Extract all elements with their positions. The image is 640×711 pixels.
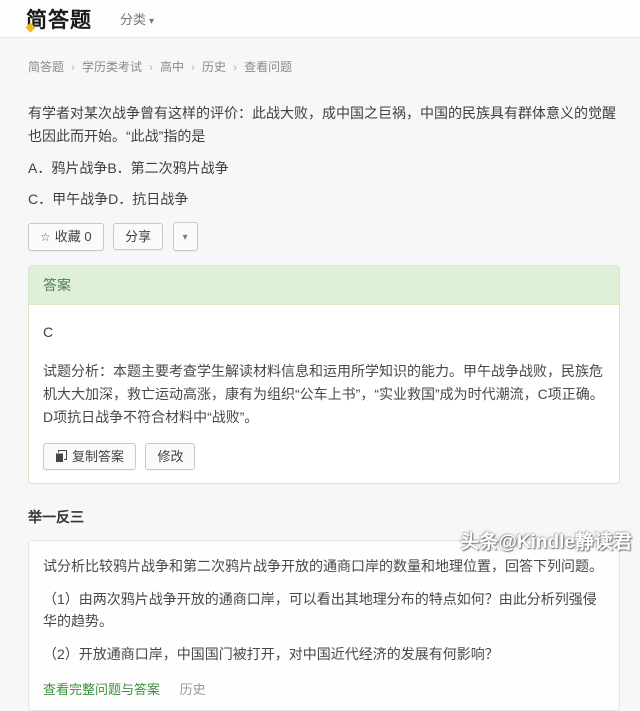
breadcrumb-separator: › — [149, 60, 154, 74]
more-actions-dropdown-button[interactable]: ▾ — [172, 222, 198, 251]
breadcrumb-separator: › — [191, 60, 196, 74]
related-question-panel: 试分析比较鸦片战争和第二次鸦片战争开放的通商口岸的数量和地理位置，回答下列问题。… — [28, 540, 620, 711]
star-icon: ☆ — [40, 229, 51, 244]
breadcrumb: 简答题 › 学历类考试 › 高中 › 历史 › 查看问题 — [28, 58, 620, 75]
site-logo[interactable]: 简答题 — [25, 4, 92, 34]
chevron-down-icon: ▾ — [182, 232, 188, 243]
breadcrumb-item-subject[interactable]: 历史 — [202, 60, 226, 74]
view-full-answer-link[interactable]: 查看完整问题与答案 — [43, 682, 160, 697]
breadcrumb-separator: › — [233, 60, 238, 74]
answer-value: C — [43, 324, 54, 340]
copy-icon — [55, 450, 67, 463]
breadcrumb-item-home[interactable]: 简答题 — [28, 60, 64, 74]
main-content: 简答题 › 学历类考试 › 高中 › 历史 › 查看问题 有学者对某次战争曾有这样的评价：此战大… — [28, 58, 620, 711]
favorite-label: 收藏 — [54, 228, 81, 244]
answer-panel-body: C 试题分析：本题主要考查学生解读材料信息和运用所学知识的能力。甲午战争战败，民… — [29, 305, 619, 483]
question-options-line-1: A．鸦片战争B．第二次鸦片战争 — [28, 160, 229, 176]
copy-answer-label: 复制答案 — [72, 449, 125, 464]
copy-answer-button[interactable]: 复制答案 — [43, 443, 137, 470]
answer-action-row: 复制答案 修改 — [43, 443, 605, 470]
answer-analysis: 试题分析：本题主要考查学生解读材料信息和运用所学知识的能力。甲午战争战败，民族危… — [43, 363, 604, 425]
breadcrumb-item-level[interactable]: 高中 — [160, 60, 184, 74]
favorite-button[interactable]: ☆ 收藏 0 — [28, 222, 104, 251]
related-footer-row: 查看完整问题与答案 历史 — [43, 679, 605, 698]
related-question-intro: 试分析比较鸦片战争和第二次鸦片战争开放的通商口岸的数量和地理位置，回答下列问题。 — [43, 558, 603, 574]
question-action-row: ☆ 收藏 0 分享 ▾ — [28, 222, 620, 251]
answer-panel-header: 答案 — [29, 266, 619, 305]
share-button[interactable]: 分享 — [113, 223, 164, 250]
nav-category-dropdown[interactable]: 分类 ▾ — [120, 9, 154, 28]
related-question-part-2: （2）开放通商口岸，中国国门被打开，对中国近代经济的发展有何影响？ — [43, 646, 499, 662]
breadcrumb-separator: › — [71, 60, 76, 74]
edit-button[interactable]: 修改 — [145, 443, 196, 470]
related-section-heading: 举一反三 — [28, 509, 84, 525]
breadcrumb-item-current: 查看问题 — [244, 60, 293, 74]
site-logo-text: 简答题 — [26, 8, 92, 32]
answer-panel: 答案 C 试题分析：本题主要考查学生解读材料信息和运用所学知识的能力。甲午战争战… — [28, 265, 620, 484]
related-question-part-1: （1）由两次鸦片战争开放的通商口岸，可以看出其地理分布的特点如何？由此分析列强侵… — [43, 591, 597, 629]
question-options-line-2: C．甲午战争D．抗日战争 — [28, 191, 189, 207]
nav-category-label: 分类 — [120, 12, 147, 27]
chevron-down-icon: ▾ — [149, 16, 155, 27]
top-navbar: 简答题 分类 ▾ — [0, 0, 640, 38]
edit-label: 修改 — [157, 449, 184, 464]
share-label: 分享 — [125, 229, 152, 244]
question-text: 有学者对某次战争曾有这样的评价：此战大败，成中国之巨祸，中国的民族具有群体意义的… — [28, 105, 616, 144]
breadcrumb-item-exam-type[interactable]: 学历类考试 — [82, 60, 142, 74]
subject-tag: 历史 — [179, 682, 206, 697]
favorite-count: 0 — [84, 228, 92, 244]
